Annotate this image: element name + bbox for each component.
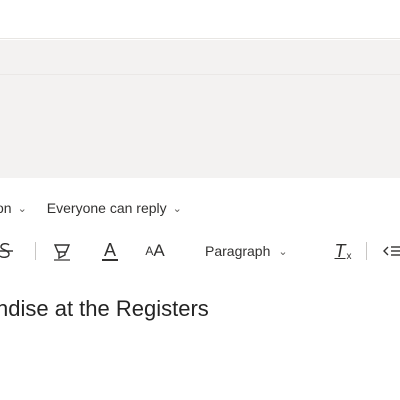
font-color-icon[interactable]: A: [98, 236, 122, 266]
editor-header-panel: [0, 40, 400, 178]
clear-formatting-sub: x: [346, 250, 352, 262]
toolbar-separator: [366, 242, 367, 260]
toolbar-separator: [35, 242, 36, 260]
paragraph-style-dropdown[interactable]: Paragraph ⌄: [205, 236, 288, 266]
chevron-down-icon: ⌄: [17, 202, 27, 215]
post-subject-field[interactable]: ndise at the Registers: [0, 296, 209, 322]
header-bar: [0, 10, 400, 39]
chevron-down-icon: ⌄: [278, 245, 288, 258]
top-strip: [0, 0, 400, 10]
font-size-large-glyph: A: [153, 241, 165, 260]
font-size-icon[interactable]: AA: [140, 236, 170, 266]
reply-permission-dropdown[interactable]: Everyone can reply ⌄: [47, 200, 182, 216]
decrease-indent-icon[interactable]: [380, 236, 400, 266]
strikethrough-icon[interactable]: [0, 236, 16, 266]
audience-label: on: [0, 200, 12, 216]
clear-formatting-icon[interactable]: Tx: [330, 236, 356, 266]
chevron-down-icon: ⌄: [172, 202, 182, 215]
font-size-small-glyph: A: [145, 244, 154, 258]
highlight-icon[interactable]: [50, 236, 74, 266]
panel-divider: [0, 74, 400, 75]
audience-dropdown[interactable]: on ⌄: [0, 200, 27, 216]
reply-permission-label: Everyone can reply: [46, 200, 167, 216]
font-color-glyph: A: [101, 240, 118, 261]
clear-formatting-glyph: T: [334, 240, 346, 261]
post-options-row: on ⌄ Everyone can reply ⌄: [0, 196, 182, 220]
paragraph-label: Paragraph: [205, 243, 271, 259]
formatting-toolbar: A AA Paragraph ⌄ Tx: [0, 236, 400, 266]
